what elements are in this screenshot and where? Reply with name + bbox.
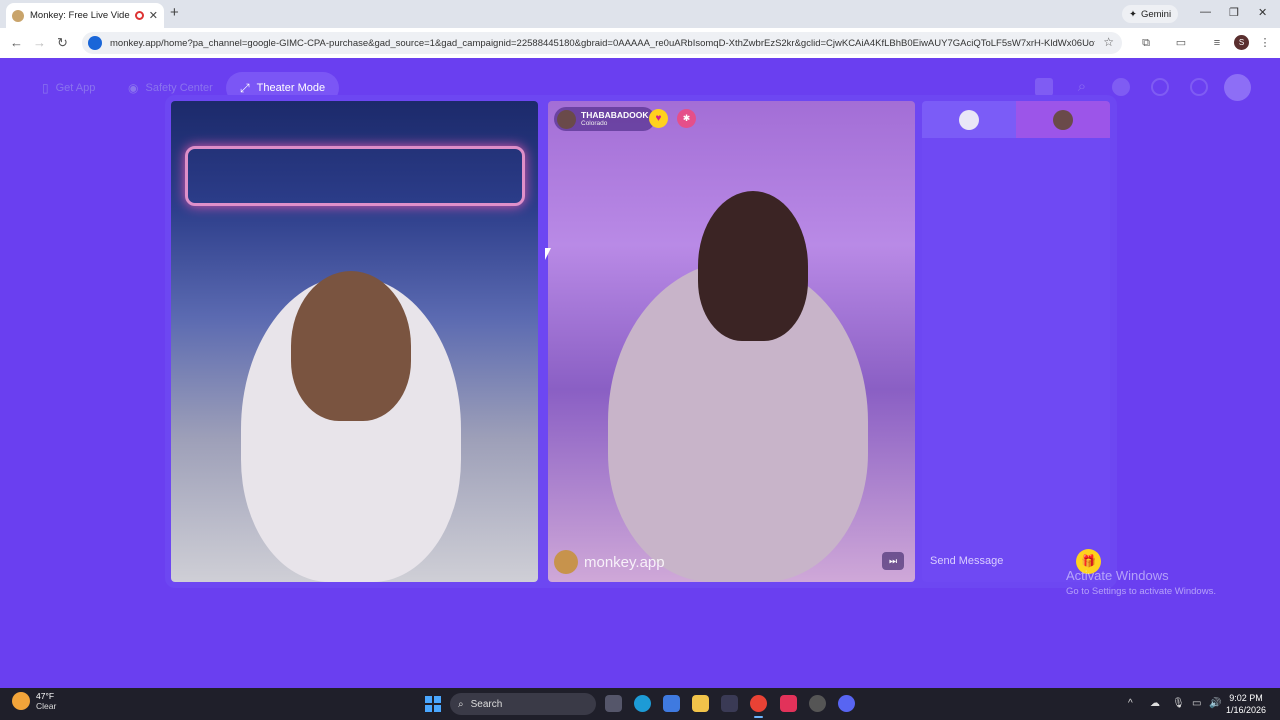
weather-widget[interactable]: 47°F Clear <box>12 691 56 711</box>
back-icon[interactable]: ← <box>10 35 23 50</box>
search-icon[interactable]: ⌕ <box>1073 78 1091 96</box>
messages-icon[interactable] <box>1190 78 1208 96</box>
chat-panel: Send Message 🎁 <box>922 101 1110 582</box>
windows-start-icon[interactable] <box>425 696 441 712</box>
partner-chat-avatar <box>1053 109 1073 130</box>
chat-tab-partner[interactable] <box>1016 101 1110 138</box>
site-info-icon[interactable] <box>88 36 102 50</box>
store-app-icon[interactable] <box>721 695 738 712</box>
skip-icon[interactable]: ⏭ <box>882 552 904 570</box>
m365-icon[interactable] <box>663 695 680 712</box>
friends-icon[interactable] <box>1112 78 1130 96</box>
screen: Monkey: Free Live Video Ch ✕ + ✦ Gemini … <box>0 0 1280 720</box>
file-explorer-icon[interactable] <box>692 695 709 712</box>
local-person-head <box>291 271 411 421</box>
activate-windows-watermark: Activate Windows Go to Settings to activ… <box>1066 568 1216 597</box>
safety-center-label: Safety Center <box>145 82 213 94</box>
cast-icon[interactable]: ▭ <box>1174 36 1188 50</box>
chat-tabs <box>922 101 1110 138</box>
taskbar-search-label: Search <box>470 698 503 710</box>
minimize-icon[interactable]: — <box>1200 6 1211 18</box>
browser-toolbar: ← → ↻ monkey.app/home?pa_channel=google-… <box>0 28 1280 58</box>
monkey-favicon-icon <box>12 9 24 22</box>
discord-icon[interactable] <box>838 695 855 712</box>
search-icon: ⌕ <box>458 698 464 710</box>
windows-taskbar: 47°F Clear ⌕ Search ^ ☁ 🎙 ▭ 🔊 9:02 PM 1/… <box>0 688 1280 720</box>
obs-icon[interactable] <box>809 695 826 712</box>
chrome-icon[interactable] <box>750 695 767 718</box>
forward-icon[interactable]: → <box>33 35 46 50</box>
taskbar-search[interactable]: ⌕ Search <box>450 693 596 715</box>
partner-avatar <box>557 109 576 129</box>
tray-overflow-icon[interactable]: ^ <box>1128 698 1133 709</box>
media-control-icon[interactable]: ≡ <box>1210 36 1224 50</box>
theater-mode-label: Theater Mode <box>256 82 326 94</box>
partner-name: THABABADOOK <box>581 109 649 120</box>
user-avatar[interactable] <box>1224 74 1251 101</box>
partner-location: Colorado <box>581 119 608 127</box>
app-icon[interactable] <box>780 695 797 712</box>
chat-tab-self[interactable] <box>922 101 1016 138</box>
shield-icon: ◉ <box>128 81 139 95</box>
neon-sign <box>185 146 525 206</box>
weather-condition: Clear <box>36 701 57 711</box>
get-app-button[interactable]: ▯ Get App <box>28 72 109 104</box>
bookmark-star-icon[interactable]: ☆ <box>1103 35 1114 49</box>
gemini-button[interactable]: ✦ Gemini <box>1122 5 1179 23</box>
history-icon[interactable] <box>1151 78 1169 96</box>
address-bar[interactable]: monkey.app/home?pa_channel=google-GIMC-C… <box>82 32 1122 54</box>
store-icon[interactable] <box>1035 78 1053 96</box>
partner-profile-chip[interactable]: THABABADOOK Colorado <box>554 107 655 131</box>
system-clock[interactable]: 9:02 PM 1/16/2026 <box>1226 692 1266 716</box>
edge-icon[interactable] <box>634 695 651 712</box>
get-app-label: Get App <box>55 82 96 94</box>
close-window-icon[interactable]: ✕ <box>1258 6 1267 19</box>
network-icon[interactable]: ▭ <box>1192 698 1201 709</box>
volume-icon[interactable]: 🔊 <box>1209 698 1221 709</box>
clock-date: 1/16/2026 <box>1226 705 1267 715</box>
heart-icon[interactable]: ♥ <box>649 109 668 128</box>
microphone-icon[interactable]: 🎙 <box>1172 698 1185 709</box>
cloud-icon[interactable]: ☁ <box>1150 698 1160 709</box>
expand-icon: ⤢ <box>240 80 250 95</box>
clock-time: 9:02 PM <box>1229 693 1263 703</box>
menu-icon[interactable]: ⋮ <box>1258 36 1272 50</box>
browser-tab[interactable]: Monkey: Free Live Video Ch ✕ <box>6 3 164 28</box>
restore-icon[interactable]: ❐ <box>1229 6 1239 19</box>
tab-title: Monkey: Free Live Video Ch <box>30 10 130 21</box>
sparkle-icon: ✦ <box>1129 8 1137 20</box>
monkey-watermark: monkey.app <box>554 550 665 574</box>
profile-avatar[interactable]: S <box>1234 35 1249 50</box>
browser-tab-bar: Monkey: Free Live Video Ch ✕ + ✦ Gemini … <box>0 0 1280 28</box>
gemini-label: Gemini <box>1140 8 1172 20</box>
new-tab-button[interactable]: + <box>170 4 179 21</box>
url-text: monkey.app/home?pa_channel=google-GIMC-C… <box>110 37 1095 49</box>
phone-icon: ▯ <box>42 81 49 95</box>
close-tab-icon[interactable]: ✕ <box>149 9 158 22</box>
weather-icon <box>12 692 30 710</box>
extensions-icon[interactable]: ⧉ <box>1139 36 1153 50</box>
report-icon[interactable]: ✱ <box>677 109 696 128</box>
mouse-cursor-icon <box>545 248 551 260</box>
local-video-feed <box>171 101 538 582</box>
self-avatar <box>959 109 979 130</box>
activate-title: Activate Windows <box>1066 568 1169 583</box>
partner-video-feed <box>548 101 915 582</box>
monkey-logo-icon <box>554 550 578 574</box>
activate-subtitle: Go to Settings to activate Windows. <box>1066 586 1216 597</box>
task-view-icon[interactable] <box>605 695 622 712</box>
reload-icon[interactable]: ↻ <box>57 35 68 51</box>
watermark-text: monkey.app <box>584 553 665 571</box>
partner-person-head <box>698 191 808 341</box>
recording-icon <box>134 11 144 20</box>
temperature: 47°F <box>36 691 55 701</box>
